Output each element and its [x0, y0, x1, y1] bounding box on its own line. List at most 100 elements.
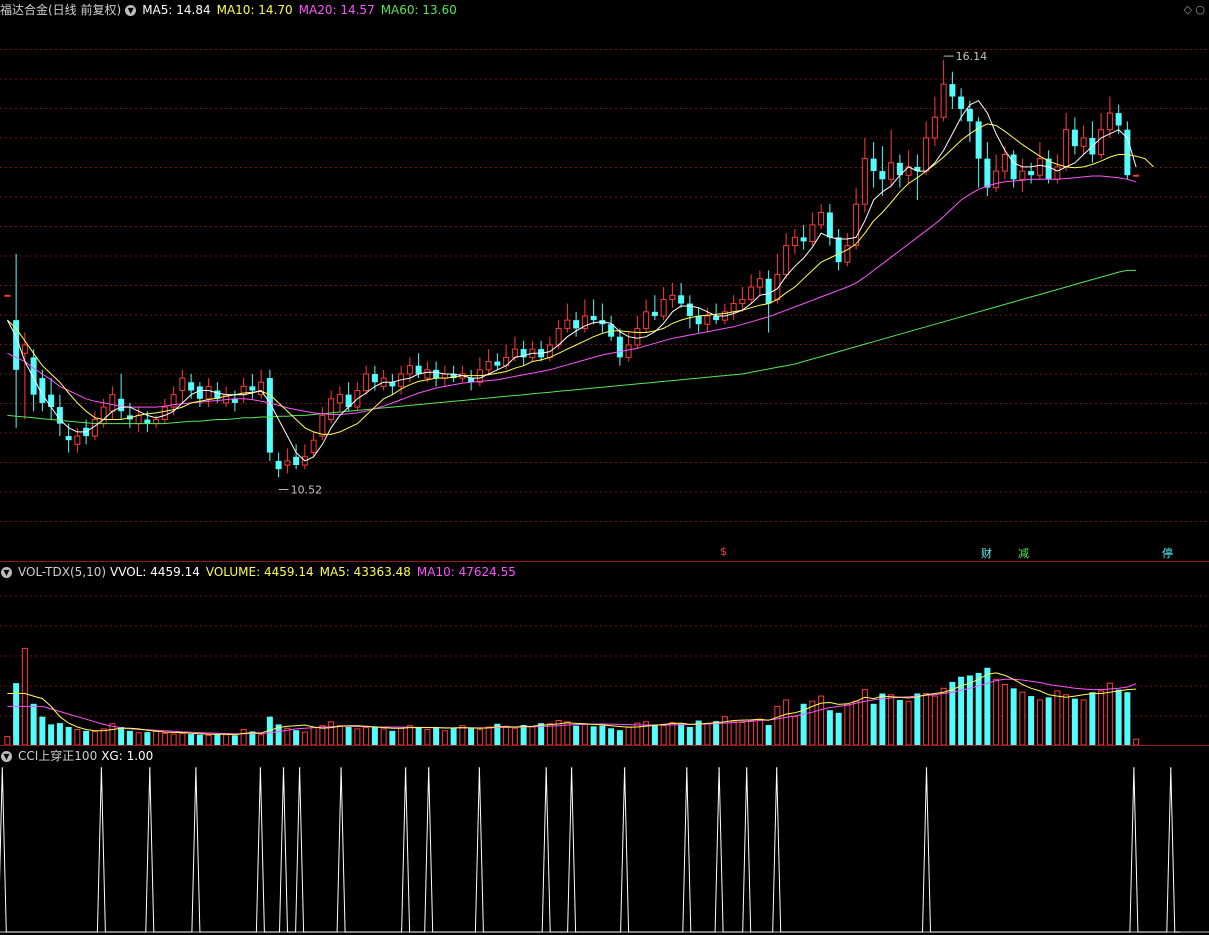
candle-body	[74, 435, 81, 445]
cci-chart[interactable]	[0, 746, 1209, 935]
dropdown-icon[interactable]: ▼	[125, 5, 137, 16]
volume-bar	[293, 730, 300, 745]
candle-body	[1063, 129, 1070, 168]
vol-indicator-name[interactable]: VOL-TDX(5,10)	[18, 565, 106, 579]
candle-body	[879, 171, 886, 180]
candle-body	[319, 414, 326, 437]
event-marker-halt[interactable]: 停	[1162, 545, 1173, 561]
volume-bar	[888, 694, 895, 746]
volume-bar	[231, 735, 238, 745]
volume-bar	[74, 729, 81, 746]
stock-title[interactable]: 福达合金(日线 前复权)	[0, 3, 121, 17]
candle-body	[1054, 166, 1061, 180]
volume-bar	[599, 725, 606, 745]
volume-bar	[853, 700, 860, 746]
xg-signal-peak	[478, 767, 481, 769]
candle-body	[205, 385, 212, 400]
candle-body	[153, 419, 160, 425]
event-marker-finance[interactable]: 财	[981, 545, 992, 561]
dropdown-icon[interactable]: ▼	[1, 567, 12, 578]
candle-body	[424, 369, 431, 379]
volume-bar	[1001, 683, 1008, 746]
candle-body	[1028, 171, 1035, 176]
candle-body	[310, 439, 317, 454]
candle-body	[739, 298, 746, 305]
candle-body	[1133, 174, 1140, 177]
xg-signal-peak	[195, 767, 197, 769]
candle-body	[678, 295, 685, 304]
candle-body	[21, 344, 28, 354]
volume-bar	[170, 733, 177, 746]
volume-bar	[1071, 698, 1078, 745]
volume-bar	[161, 732, 168, 746]
volume-bar	[879, 693, 886, 745]
candle-body	[616, 336, 623, 358]
volume-bar	[765, 725, 772, 745]
event-marker-reduce[interactable]: 减	[1018, 545, 1029, 561]
candle-body	[791, 236, 798, 247]
candle-body	[625, 344, 632, 358]
event-marker-dollar[interactable]: $	[720, 545, 727, 558]
candle-body	[249, 386, 256, 391]
candle-body	[800, 237, 807, 242]
volume-bar	[1054, 690, 1061, 746]
volume-bar	[328, 721, 335, 746]
cci-header: ▼ CCI上穿正100 XG: 1.00	[0, 746, 159, 766]
volume-bar	[380, 728, 387, 746]
candle-body	[783, 245, 790, 276]
dropdown-icon[interactable]: ▼	[1, 751, 12, 762]
ma5-line	[6, 100, 1137, 462]
high-label: 16.14	[956, 50, 988, 63]
candle-body	[293, 456, 300, 466]
volume-bar	[415, 727, 422, 745]
candle-body	[634, 327, 641, 346]
xg-signal-peak	[570, 767, 573, 769]
xg-signal-peak	[100, 767, 103, 769]
price-chart[interactable]: 16.14 10.52	[0, 0, 1209, 562]
candle-body	[389, 382, 396, 387]
volume-bar	[205, 734, 212, 746]
candle-body	[328, 398, 335, 420]
candle-body	[371, 373, 378, 383]
volume-chart[interactable]	[0, 562, 1209, 746]
xg-signal-peak	[745, 767, 748, 769]
candle-body	[573, 320, 580, 329]
volume-bar	[485, 726, 492, 746]
volume-bar	[476, 729, 483, 746]
candle-body	[1106, 112, 1113, 131]
volume-bar	[468, 728, 475, 745]
volume-bar	[511, 727, 518, 746]
xg-signal-peak	[340, 767, 342, 769]
volume-ma10-line	[7, 678, 1137, 735]
volume-bar	[433, 726, 440, 745]
volume-bar	[546, 723, 553, 746]
volume-bar	[931, 695, 938, 746]
volume-bar	[345, 726, 352, 745]
cci-indicator-name[interactable]: CCI上穿正100	[18, 749, 97, 763]
candle-body	[406, 365, 413, 375]
xg-signal-peak	[298, 767, 301, 769]
volume-bar	[713, 721, 720, 745]
candle-body	[433, 369, 440, 379]
candle-body	[730, 303, 737, 313]
candle-body	[826, 212, 833, 238]
candle-body	[669, 294, 676, 300]
candle-body	[275, 460, 282, 470]
vol-ma5-label: MA5: 43363.48	[319, 565, 411, 579]
volume-bar	[39, 716, 46, 745]
candle-body	[30, 357, 37, 395]
candle-body	[940, 83, 947, 118]
candle-body	[196, 386, 203, 399]
volume-bar	[896, 699, 903, 745]
volume-bar	[940, 687, 947, 746]
candle-body	[564, 319, 571, 329]
volume-bar	[809, 700, 816, 746]
candle-body	[1115, 113, 1122, 126]
volume-bar	[135, 732, 142, 746]
volume-bar	[660, 725, 667, 746]
volume-bar	[118, 726, 125, 745]
volume-bar	[581, 723, 588, 746]
volume-bar	[783, 699, 790, 746]
volume-bar	[100, 728, 107, 746]
volume-bar	[905, 700, 912, 746]
